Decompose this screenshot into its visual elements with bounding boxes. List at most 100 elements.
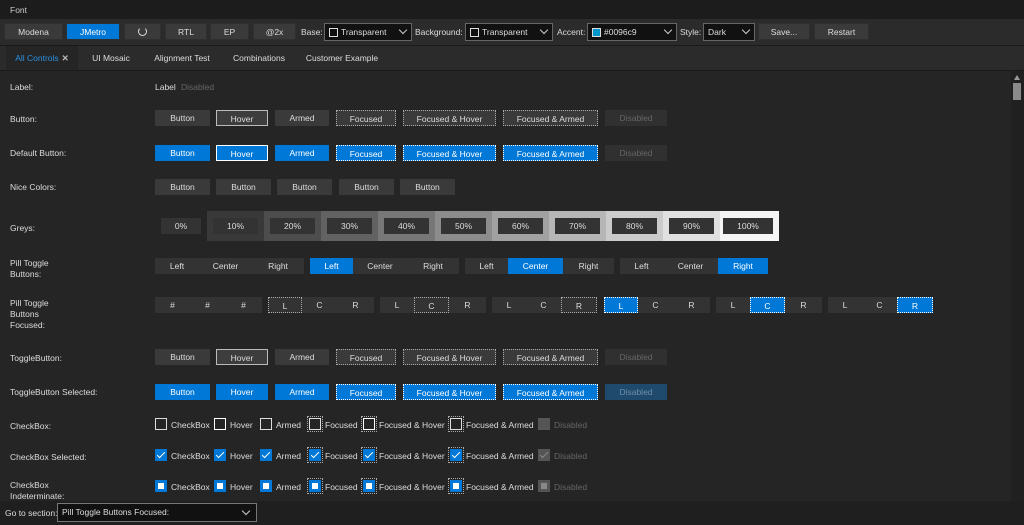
nice-color-button[interactable]: Button (277, 179, 332, 195)
button-armed[interactable]: Armed (275, 110, 329, 126)
grey-button-60[interactable]: 60% (498, 218, 543, 234)
pill-focused-center[interactable]: C (526, 297, 561, 313)
pill-focused-center[interactable]: C (302, 297, 337, 313)
scroll-up-arrow-icon[interactable] (1014, 75, 1020, 80)
pill-focused-left[interactable]: L (828, 297, 862, 313)
modena-button[interactable]: Modena (4, 23, 63, 40)
pill-right[interactable]: Right (718, 258, 768, 274)
pill-center[interactable]: Center (199, 258, 252, 274)
pill-focused-center[interactable]: C (638, 297, 673, 313)
toggle-selected-hover[interactable]: Hover (216, 384, 268, 400)
toggle-button-focused-hover[interactable]: Focused & Hover (403, 349, 496, 365)
toggle-button-disabled[interactable]: Disabled (605, 349, 667, 365)
toggle-selected-focused-armed[interactable]: Focused & Armed (503, 384, 598, 400)
vertical-scrollbar[interactable] (1011, 71, 1024, 501)
button-normal[interactable]: Button (155, 110, 210, 126)
pill-focused-hash[interactable]: # (155, 297, 190, 313)
toggle-button-focused-armed[interactable]: Focused & Armed (503, 349, 598, 365)
background-select[interactable]: Transparent (465, 23, 553, 41)
button-hover[interactable]: Hover (216, 110, 268, 126)
grey-button-90[interactable]: 90% (669, 218, 714, 234)
close-icon[interactable]: ✕ (62, 53, 69, 63)
pill-center[interactable]: Center (663, 258, 718, 274)
pill-focused-left[interactable]: L (716, 297, 750, 313)
nice-color-button[interactable]: Button (339, 179, 394, 195)
button-focused-armed[interactable]: Focused & Armed (503, 110, 598, 126)
tab-bar: All Controls ✕ UI Mosaic Alignment Test C… (0, 46, 1024, 71)
default-button-disabled[interactable]: Disabled (605, 145, 667, 161)
tab-all-controls[interactable]: All Controls ✕ (6, 46, 78, 70)
toggle-selected-disabled[interactable]: Disabled (605, 384, 667, 400)
section-select[interactable]: Pill Toggle Buttons Focused: (57, 503, 257, 522)
save-button[interactable]: Save... (758, 23, 810, 40)
toggle-button-focused[interactable]: Focused (336, 349, 396, 365)
grey-button-10[interactable]: 10% (213, 218, 258, 234)
tab-combinations[interactable]: Combinations (226, 46, 292, 70)
pill-focused-right[interactable]: R (337, 297, 374, 313)
toggle-button-armed[interactable]: Armed (275, 349, 329, 365)
default-button-armed[interactable]: Armed (275, 145, 329, 161)
grey-button-100[interactable]: 100% (723, 218, 773, 234)
pill-focused-center[interactable]: C (862, 297, 897, 313)
pill-focused-center[interactable]: C (414, 297, 449, 313)
pill-focused-left[interactable]: L (380, 297, 414, 313)
nice-color-button[interactable]: Button (155, 179, 210, 195)
tab-customer-example[interactable]: Customer Example (300, 46, 384, 70)
pill-left[interactable]: Left (620, 258, 663, 274)
grey-button-50[interactable]: 50% (441, 218, 486, 234)
pill-focused-hash[interactable]: # (225, 297, 262, 313)
pill-focused-right[interactable]: R (449, 297, 486, 313)
toggle-selected-normal[interactable]: Button (155, 384, 210, 400)
toggle-selected-focused[interactable]: Focused (336, 384, 396, 400)
pill-focused-left[interactable]: L (492, 297, 526, 313)
pill-focused-right[interactable]: R (673, 297, 710, 313)
pill-right[interactable]: Right (252, 258, 304, 274)
pill-focused-right[interactable]: R (897, 297, 933, 313)
rtl-button[interactable]: RTL (165, 23, 207, 40)
button-disabled[interactable]: Disabled (605, 110, 667, 126)
toggle-selected-focused-hover[interactable]: Focused & Hover (403, 384, 496, 400)
default-button-hover[interactable]: Hover (216, 145, 268, 161)
tab-alignment-test[interactable]: Alignment Test (146, 46, 218, 70)
grey-button-80[interactable]: 80% (612, 218, 657, 234)
toggle-selected-armed[interactable]: Armed (275, 384, 329, 400)
jmetro-button[interactable]: JMetro (66, 23, 120, 40)
default-button-focused-armed[interactable]: Focused & Armed (503, 145, 598, 161)
scrollbar-thumb[interactable] (1013, 83, 1021, 100)
nice-color-button[interactable]: Button (400, 179, 455, 195)
pill-focused-left[interactable]: L (604, 297, 638, 313)
nice-color-button[interactable]: Button (216, 179, 271, 195)
pill-left[interactable]: Left (155, 258, 199, 274)
default-button-focused-hover[interactable]: Focused & Hover (403, 145, 496, 161)
pill-right[interactable]: Right (563, 258, 614, 274)
toggle-button-normal[interactable]: Button (155, 349, 210, 365)
pill-right[interactable]: Right (407, 258, 459, 274)
base-select[interactable]: Transparent (324, 23, 412, 41)
grey-button-20[interactable]: 20% (270, 218, 315, 234)
style-select[interactable]: Dark (703, 23, 755, 41)
scale-2x-button[interactable]: @2x (253, 23, 296, 40)
button-focused[interactable]: Focused (336, 110, 396, 126)
refresh-button[interactable] (124, 23, 161, 40)
pill-focused-hash[interactable]: # (190, 297, 225, 313)
accent-select[interactable]: #0096c9 (587, 23, 677, 41)
pill-focused-left[interactable]: L (268, 297, 302, 313)
grey-button-30[interactable]: 30% (327, 218, 372, 234)
pill-focused-right[interactable]: R (785, 297, 822, 313)
ep-button[interactable]: EP (210, 23, 249, 40)
default-button-normal[interactable]: Button (155, 145, 210, 161)
pill-left[interactable]: Left (310, 258, 353, 274)
grey-button-70[interactable]: 70% (555, 218, 600, 234)
toggle-button-hover[interactable]: Hover (216, 349, 268, 365)
pill-focused-center[interactable]: C (750, 297, 785, 313)
pill-center[interactable]: Center (508, 258, 563, 274)
tab-ui-mosaic[interactable]: UI Mosaic (84, 46, 138, 70)
pill-center[interactable]: Center (353, 258, 407, 274)
grey-button-0[interactable]: 0% (161, 218, 201, 234)
pill-left[interactable]: Left (465, 258, 508, 274)
grey-button-40[interactable]: 40% (384, 218, 429, 234)
default-button-focused[interactable]: Focused (336, 145, 396, 161)
restart-button[interactable]: Restart (814, 23, 869, 40)
pill-focused-right[interactable]: R (561, 297, 597, 313)
button-focused-hover[interactable]: Focused & Hover (403, 110, 496, 126)
